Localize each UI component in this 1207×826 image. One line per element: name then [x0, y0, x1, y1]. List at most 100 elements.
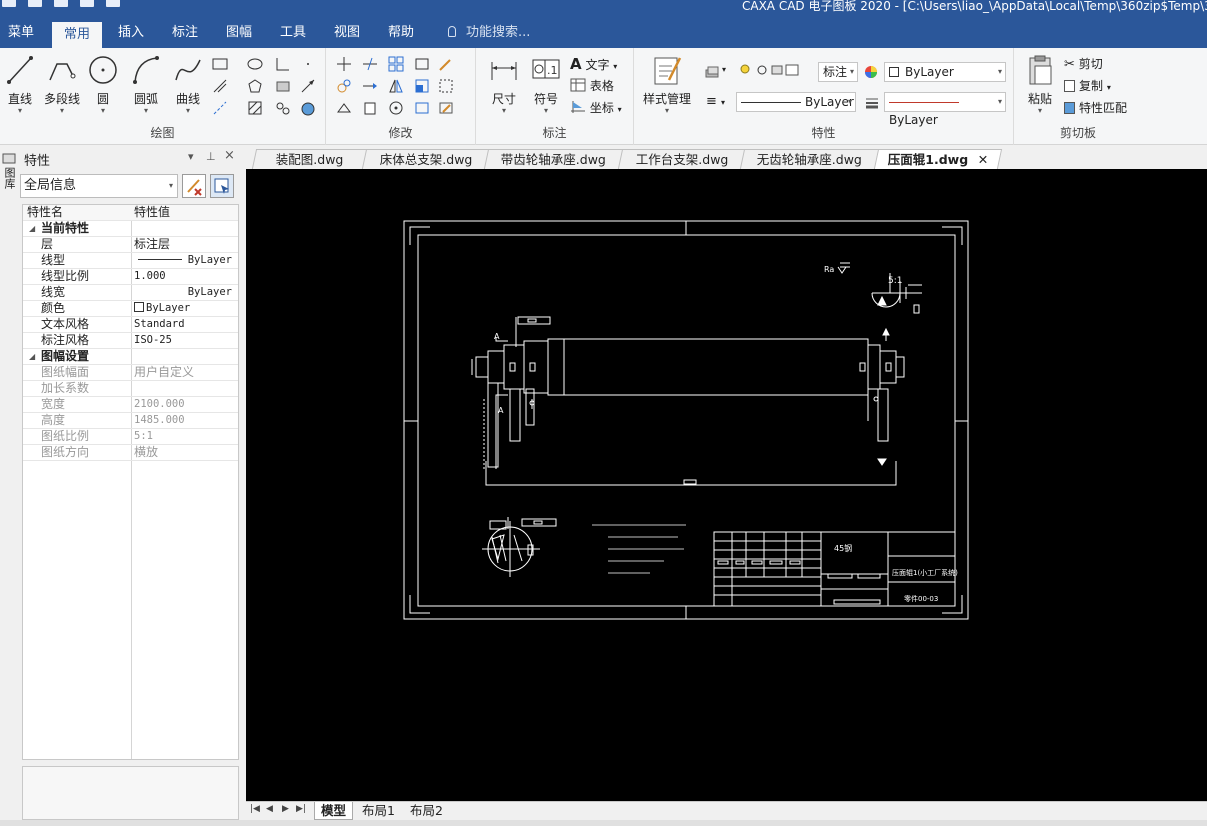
hatch-icon[interactable] — [247, 100, 263, 116]
tab-help[interactable]: 帮助 — [380, 18, 422, 48]
close-tab-icon[interactable]: ✕ — [978, 150, 988, 170]
dimension-button[interactable]: 尺寸 ▾ — [484, 54, 524, 115]
lineweight-combo[interactable]: ByLayer ▾ — [884, 92, 1006, 127]
paste-button[interactable]: 粘贴 ▾ — [1022, 54, 1058, 115]
doc-tab-workbench-frame[interactable]: 工作台支架.dwg — [617, 149, 747, 169]
new-file-icon[interactable] — [2, 0, 16, 7]
offset-icon[interactable] — [438, 78, 454, 94]
copy-button[interactable]: 复制 ▾ — [1064, 77, 1111, 94]
tab-common[interactable]: 常用 — [52, 22, 102, 48]
move-icon[interactable] — [336, 56, 352, 72]
layout-tab-model[interactable]: 模型 — [314, 802, 354, 820]
cut-button[interactable]: ✂ 剪切 — [1064, 55, 1103, 72]
line-button[interactable]: 直线 ▾ — [2, 54, 38, 115]
rotate-icon[interactable] — [388, 100, 404, 116]
color-combo[interactable]: ByLayer ▾ — [884, 62, 1006, 82]
linetype-combo[interactable]: ByLayer ▾ — [736, 92, 856, 112]
angle-icon[interactable] — [275, 56, 291, 72]
point-icon[interactable] — [300, 56, 316, 72]
mirror-icon[interactable] — [388, 78, 404, 94]
parallel-line-icon[interactable] — [212, 78, 228, 94]
doc-tab-press-roller[interactable]: 压面辊1.dwg ✕ — [873, 149, 1003, 170]
property-value[interactable]: Standard — [134, 317, 238, 332]
last-layout-icon[interactable]: ▶| — [296, 804, 306, 814]
library-side-tab[interactable]: 图库 — [0, 152, 18, 192]
tab-insert[interactable]: 插入 — [110, 18, 152, 48]
layout-tab-layout1[interactable]: 布局1 — [356, 802, 401, 820]
first-layout-icon[interactable]: |◀ — [250, 804, 260, 814]
doc-tab-no-gear-bearing-seat[interactable]: 无齿轮轴承座.dwg — [739, 149, 881, 169]
panel-menu-icon[interactable]: ▾ — [188, 150, 194, 163]
fill-icon[interactable] — [300, 100, 316, 116]
property-section-row[interactable]: ◢ 当前特性 — [23, 221, 238, 237]
trim-icon[interactable] — [362, 56, 378, 72]
edit-block-icon[interactable] — [438, 100, 454, 116]
property-value[interactable]: ISO-25 — [134, 333, 238, 348]
next-layout-icon[interactable]: ▶ — [282, 804, 289, 814]
style-manager-button[interactable]: 样式管理 ▾ — [638, 54, 696, 115]
polygon-icon[interactable] — [247, 78, 263, 94]
property-value[interactable]: 1.000 — [134, 269, 238, 284]
curve-button[interactable]: 曲线 ▾ — [170, 54, 206, 115]
save-icon[interactable] — [54, 0, 68, 7]
match-properties-button[interactable]: 特性匹配 — [1064, 99, 1127, 116]
copy-object-icon[interactable] — [336, 78, 352, 94]
tab-view[interactable]: 视图 — [326, 18, 368, 48]
color-wheel-icon[interactable] — [863, 64, 879, 80]
delete-icon[interactable] — [336, 100, 352, 116]
property-value[interactable]: ByLayer — [134, 285, 238, 300]
stretch-icon[interactable] — [414, 56, 430, 72]
tab-sheet[interactable]: 图幅 — [218, 18, 260, 48]
pin-icon[interactable]: ⊥ — [206, 150, 216, 163]
tab-tools[interactable]: 工具 — [272, 18, 314, 48]
property-section-row[interactable]: ◢ 图幅设置 — [23, 349, 238, 365]
collapse-triangle-icon[interactable]: ◢ — [29, 349, 35, 364]
brush-icon[interactable] — [438, 56, 454, 72]
doc-tab-gear-bearing-seat[interactable]: 带齿轮轴承座.dwg — [483, 149, 625, 169]
table-button[interactable]: 表格 — [570, 77, 614, 94]
chamfer-icon[interactable] — [414, 100, 430, 116]
property-value[interactable]: ByLayer — [134, 301, 238, 316]
ellipse-icon[interactable] — [247, 56, 263, 72]
scale-icon[interactable] — [414, 78, 430, 94]
layer-state-icon[interactable] — [704, 64, 720, 80]
array-icon[interactable] — [388, 56, 404, 72]
extend-icon[interactable] — [362, 78, 378, 94]
centerline-icon[interactable] — [212, 100, 228, 116]
arrow-draw-icon[interactable] — [300, 78, 316, 94]
close-panel-icon[interactable]: × — [224, 148, 235, 163]
quick-access-toolbar[interactable] — [0, 0, 120, 18]
spline-icon[interactable] — [275, 100, 291, 116]
function-search[interactable]: 功能搜索... — [448, 18, 530, 48]
tab-menu[interactable]: 菜单 — [0, 18, 42, 48]
property-value[interactable]: ByLayer — [134, 253, 238, 268]
text-button[interactable]: A 文字 ▾ — [570, 55, 617, 73]
prev-layout-icon[interactable]: ◀ — [266, 804, 273, 814]
block-icon[interactable] — [275, 78, 291, 94]
select-objects-icon[interactable] — [210, 174, 234, 198]
quick-select-icon[interactable] — [182, 174, 206, 198]
undo-icon[interactable] — [106, 0, 120, 7]
layer-combo[interactable]: 标注 ▾ — [818, 62, 858, 82]
drawing-canvas[interactable]: 5:1 Ra A A 45钢 压面辊1(小工厂系统) 零件00-03 — [246, 169, 1207, 801]
lineweight-menu[interactable]: ≡ ▾ — [706, 94, 725, 109]
arc-button[interactable]: 圆弧 ▾ — [128, 54, 164, 115]
coordinate-button[interactable]: 坐标 ▾ — [570, 99, 622, 116]
layout-tab-layout2[interactable]: 布局2 — [404, 802, 449, 820]
rectangle-icon[interactable] — [212, 56, 228, 72]
property-value[interactable]: 标注层 — [134, 237, 238, 252]
property-filter-combo[interactable]: 全局信息 ▾ — [20, 174, 178, 198]
symbol-button[interactable]: .1 符号 ▾ — [528, 54, 564, 115]
polyline-button[interactable]: 多段线 ▾ — [40, 54, 84, 115]
circle-button[interactable]: 圆 ▾ — [86, 54, 120, 115]
doc-tab-bed-frame[interactable]: 床体总支架.dwg — [361, 149, 491, 169]
print-icon[interactable] — [80, 0, 94, 7]
open-file-icon[interactable] — [28, 0, 42, 7]
doc-tab-assembly[interactable]: 装配图.dwg — [251, 149, 369, 169]
lineweight-icon[interactable] — [864, 94, 880, 110]
tab-annotate[interactable]: 标注 — [164, 18, 206, 48]
collapse-triangle-icon[interactable]: ◢ — [29, 221, 35, 236]
layer-flags[interactable] — [738, 62, 808, 81]
layer-state-dropdown[interactable]: ▾ — [722, 65, 726, 74]
explode-icon[interactable] — [362, 100, 378, 116]
